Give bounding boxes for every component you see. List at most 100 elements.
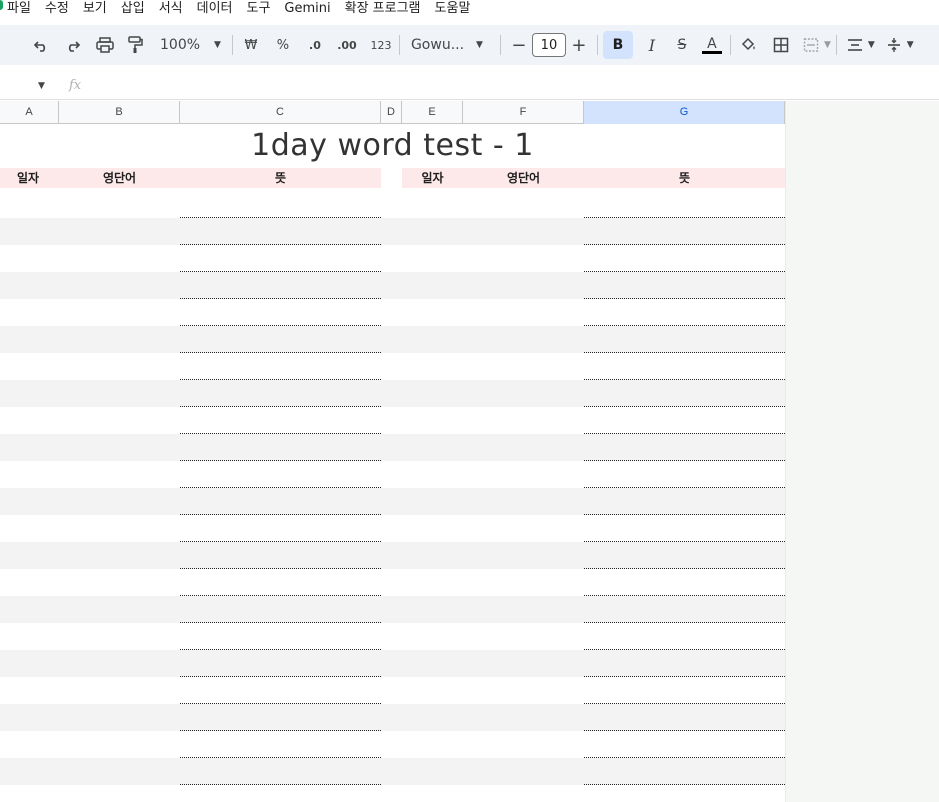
word-row[interactable]	[0, 434, 785, 461]
text-color-button[interactable]: A	[699, 31, 725, 59]
italic-button[interactable]: I	[639, 31, 665, 59]
toolbar-divider	[835, 35, 837, 55]
menu-insert[interactable]: 삽입	[114, 1, 152, 21]
menu-data[interactable]: 데이터	[190, 1, 240, 21]
word-row[interactable]	[0, 623, 785, 650]
header-meaning[interactable]: 뜻	[180, 168, 381, 188]
decrease-decimal-button[interactable]: .0	[302, 31, 328, 59]
currency-format-button[interactable]: ₩	[238, 31, 264, 59]
word-row[interactable]	[0, 218, 785, 245]
menu-gemini[interactable]: Gemini	[277, 1, 337, 21]
sheet-title[interactable]: 1day word test - 1	[0, 125, 785, 167]
toolbar: 100% ▼ ₩ % .0 .00 123 Gowu... ▼ − 10 + B…	[0, 25, 939, 65]
right-header-row: 일자 영단어 뜻	[402, 168, 785, 188]
column-header-e[interactable]: E	[402, 101, 463, 124]
toolbar-divider	[398, 35, 400, 55]
font-name: Gowu...	[410, 37, 465, 53]
strikethrough-button[interactable]: S	[669, 31, 695, 59]
borders-icon[interactable]	[768, 31, 794, 59]
word-row[interactable]	[0, 542, 785, 569]
word-row[interactable]	[0, 272, 785, 299]
increase-font-size-icon[interactable]: +	[566, 31, 592, 59]
header-word[interactable]: 영단어	[463, 168, 584, 188]
increase-decimal-button[interactable]: .00	[334, 31, 360, 59]
font-size-input[interactable]: 10	[531, 33, 566, 57]
formula-bar: ▼ fx	[0, 74, 939, 100]
word-row[interactable]	[0, 353, 785, 380]
menu-format[interactable]: 서식	[152, 1, 190, 21]
column-header-f[interactable]: F	[463, 101, 584, 124]
row-shade	[381, 596, 785, 623]
word-row[interactable]	[0, 245, 785, 272]
percent-format-button[interactable]: %	[270, 31, 296, 59]
word-row[interactable]	[0, 380, 785, 407]
app-logo-icon	[0, 0, 3, 10]
row-shade	[381, 272, 785, 299]
undo-icon[interactable]	[28, 31, 54, 59]
paint-format-icon[interactable]	[122, 31, 148, 59]
word-row[interactable]	[0, 650, 785, 677]
vertical-align-icon[interactable]	[881, 31, 907, 59]
chevron-down-icon[interactable]: ▼	[824, 40, 831, 50]
menu-view[interactable]: 보기	[76, 1, 114, 21]
menu-extensions[interactable]: 확장 프로그램	[338, 1, 428, 21]
row-shade	[0, 218, 381, 245]
column-header-d[interactable]: D	[381, 101, 402, 124]
word-row[interactable]	[0, 488, 785, 515]
toolbar-divider	[596, 35, 598, 55]
word-row[interactable]	[0, 515, 785, 542]
merge-cells-icon[interactable]	[798, 31, 824, 59]
word-row[interactable]	[0, 326, 785, 353]
column-header-c[interactable]: C	[180, 101, 381, 124]
column-header-g[interactable]: G	[584, 101, 785, 124]
word-row[interactable]	[0, 569, 785, 596]
menu-search-icon[interactable]	[0, 31, 26, 59]
word-row[interactable]	[0, 704, 785, 731]
header-date[interactable]: 일자	[0, 168, 56, 188]
fx-icon: fx	[69, 78, 82, 93]
font-select[interactable]: Gowu... ▼	[405, 37, 495, 53]
word-row[interactable]	[0, 299, 785, 326]
zoom-select[interactable]: 100% ▼	[154, 37, 227, 53]
word-row[interactable]	[0, 677, 785, 704]
meaning-blank-line	[584, 784, 785, 785]
row-shade	[0, 272, 381, 299]
word-row[interactable]	[0, 191, 785, 218]
column-header-b[interactable]: B	[59, 101, 180, 124]
row-shade	[0, 380, 381, 407]
menu-file[interactable]: 파일	[0, 1, 38, 21]
chevron-down-icon[interactable]: ▼	[907, 40, 914, 50]
header-word[interactable]: 영단어	[59, 168, 180, 188]
print-icon[interactable]	[92, 31, 118, 59]
word-row[interactable]	[0, 407, 785, 434]
name-box-chevron-icon[interactable]: ▼	[38, 81, 45, 91]
more-formats-button[interactable]: 123	[368, 31, 394, 59]
row-shade	[381, 218, 785, 245]
menu-help[interactable]: 도움말	[428, 1, 478, 21]
header-date[interactable]: 일자	[402, 168, 463, 188]
spreadsheet-grid[interactable]: A B C D E F G 1day word test - 1 일자 영단어 …	[0, 101, 785, 802]
row-shade	[0, 542, 381, 569]
word-row[interactable]	[0, 596, 785, 623]
row-shade	[0, 326, 381, 353]
toolbar-divider	[729, 35, 731, 55]
column-header-a[interactable]: A	[0, 101, 59, 124]
horizontal-align-icon[interactable]	[842, 31, 868, 59]
bold-button[interactable]: B	[602, 31, 633, 59]
chevron-down-icon[interactable]: ▼	[868, 40, 875, 50]
fill-color-icon[interactable]	[736, 31, 762, 59]
row-shade	[0, 758, 381, 785]
menu-tools[interactable]: 도구	[240, 1, 278, 21]
decrease-font-size-icon[interactable]: −	[506, 31, 532, 59]
word-row[interactable]	[0, 731, 785, 758]
word-row[interactable]	[0, 461, 785, 488]
header-meaning[interactable]: 뜻	[584, 168, 785, 188]
row-shade	[381, 380, 785, 407]
redo-icon[interactable]	[60, 31, 86, 59]
column-headers: A B C D E F G	[0, 101, 785, 124]
menu-edit[interactable]: 수정	[38, 1, 76, 21]
word-row[interactable]	[0, 758, 785, 785]
text-color-swatch	[701, 50, 722, 54]
row-shade	[0, 488, 381, 515]
meaning-blank-line	[180, 784, 381, 785]
